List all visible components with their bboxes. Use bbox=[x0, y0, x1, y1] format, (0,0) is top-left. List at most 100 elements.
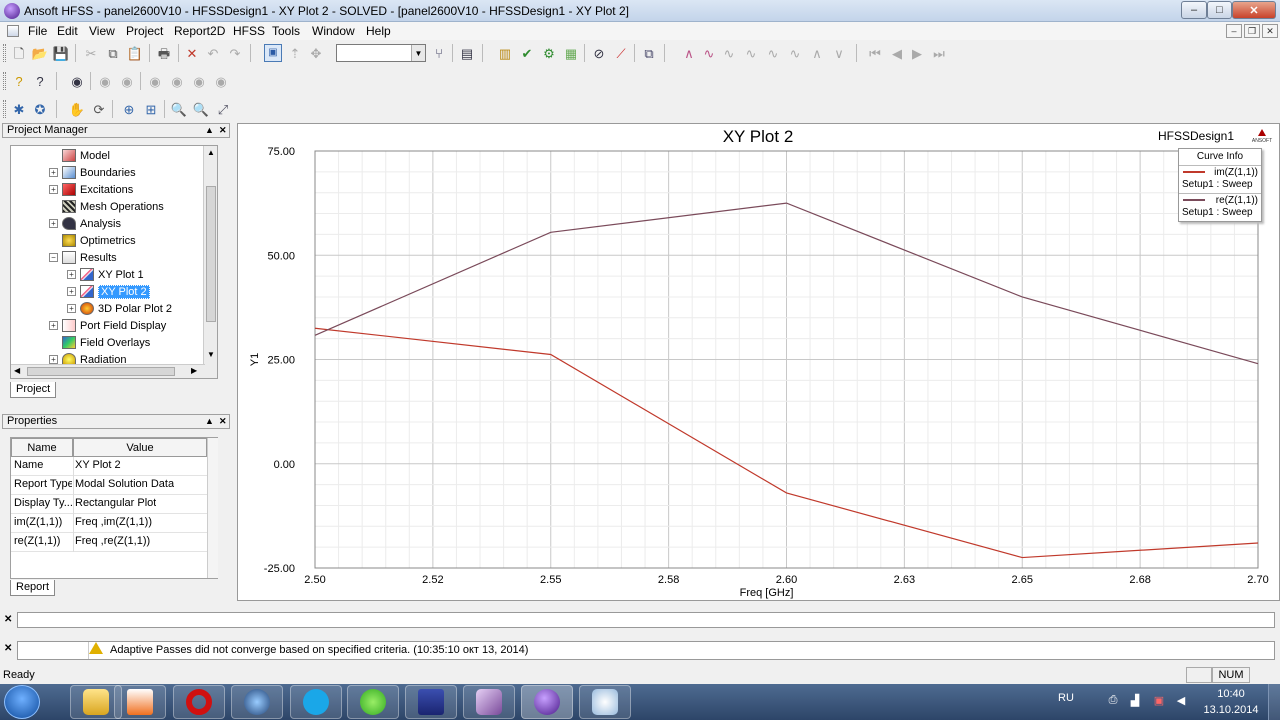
analyze-icon[interactable]: ✔ bbox=[518, 44, 536, 62]
column-header-name[interactable]: Name bbox=[11, 438, 73, 457]
toolbar-grip[interactable] bbox=[3, 100, 6, 118]
view-6-icon[interactable]: ◉ bbox=[212, 72, 230, 90]
results-report-icon[interactable]: ▦ bbox=[562, 44, 580, 62]
move-up-icon[interactable]: ⇡ bbox=[286, 44, 304, 62]
tree-item-analysis[interactable]: + Analysis bbox=[49, 215, 121, 232]
close-icon[interactable]: ✕ bbox=[4, 614, 12, 625]
command-field[interactable] bbox=[17, 612, 1275, 628]
view-5-icon[interactable]: ◉ bbox=[190, 72, 208, 90]
save-taskbar-button[interactable] bbox=[405, 685, 457, 719]
curve-info-legend[interactable]: Curve Info im(Z(1,1)) Setup1 : Sweep re(… bbox=[1178, 148, 1262, 222]
view-3-icon[interactable]: ◉ bbox=[146, 72, 164, 90]
tree-item-port-field-display[interactable]: + Port Field Display bbox=[49, 317, 166, 334]
legend-entry[interactable]: re(Z(1,1)) Setup1 : Sweep bbox=[1179, 193, 1261, 220]
skype-taskbar-button[interactable] bbox=[290, 685, 342, 719]
menu-edit[interactable]: Edit bbox=[57, 24, 78, 38]
paste-icon[interactable]: 📋 bbox=[126, 44, 144, 62]
orient-icon[interactable]: ✪ bbox=[31, 100, 49, 118]
trace-icon[interactable]: ∧ bbox=[680, 44, 698, 62]
new-icon[interactable]: 🗋 bbox=[10, 44, 28, 62]
validate-icon[interactable]: ▥ bbox=[496, 44, 514, 62]
close-button[interactable]: ✕ bbox=[1232, 1, 1276, 19]
panel-close-icon[interactable]: ✕ bbox=[219, 124, 227, 137]
safely-remove-icon[interactable]: ⎙ bbox=[1106, 694, 1120, 708]
create-report-icon[interactable]: ⟋ bbox=[612, 44, 630, 62]
scroll-down-icon[interactable]: ▼ bbox=[207, 350, 215, 359]
mdi-minimize-icon[interactable]: – bbox=[1226, 24, 1242, 38]
expand-icon[interactable]: + bbox=[49, 219, 58, 228]
expand-icon[interactable]: + bbox=[67, 270, 76, 279]
scroll-thumb[interactable] bbox=[206, 186, 216, 322]
tree-vertical-scrollbar[interactable]: ▲ ▼ bbox=[203, 146, 217, 378]
expand-icon[interactable]: + bbox=[49, 168, 58, 177]
menu-project[interactable]: Project bbox=[126, 24, 163, 38]
maximize-button[interactable]: □ bbox=[1207, 1, 1232, 19]
scroll-thumb[interactable] bbox=[27, 367, 175, 376]
trace-4-icon[interactable]: ∿ bbox=[742, 44, 760, 62]
minimize-button[interactable]: – bbox=[1181, 1, 1207, 19]
mdi-close-icon[interactable]: ✕ bbox=[1262, 24, 1278, 38]
menu-hfss[interactable]: HFSS bbox=[233, 24, 265, 38]
menu-report2d[interactable]: Report2D bbox=[174, 24, 225, 38]
zoom-area-icon[interactable]: 🔍 bbox=[192, 100, 210, 118]
print-icon[interactable]: 🖶 bbox=[155, 44, 173, 62]
trace-7-icon[interactable]: ∧ bbox=[808, 44, 826, 62]
pan-icon[interactable]: ✋ bbox=[68, 100, 86, 118]
menu-help[interactable]: Help bbox=[366, 24, 391, 38]
panel-close-icon[interactable]: ✕ bbox=[219, 415, 227, 428]
trace-2-icon[interactable]: ∿ bbox=[700, 44, 718, 62]
last-icon[interactable]: ⏭ bbox=[930, 44, 948, 62]
table-row[interactable]: im(Z(1,1)) Freq ,im(Z(1,1)) bbox=[11, 514, 207, 533]
tab-project[interactable]: Project bbox=[10, 382, 57, 398]
model-view-icon[interactable]: ✱ bbox=[10, 100, 28, 118]
expand-icon[interactable]: + bbox=[67, 304, 76, 313]
table-row[interactable]: Report Type Modal Solution Data bbox=[11, 476, 207, 495]
table-row[interactable]: Display Ty... Rectangular Plot bbox=[11, 495, 207, 514]
trace-6-icon[interactable]: ∿ bbox=[786, 44, 804, 62]
tree-item-boundaries[interactable]: + Boundaries bbox=[49, 164, 136, 181]
show-desktop-button[interactable] bbox=[1268, 684, 1280, 720]
xy-plot-window[interactable]: 2.50 2.52 2.55 2.58 2.60 2.63 2.65 2.68 2.70 75.0… bbox=[237, 123, 1280, 601]
utorrent-taskbar-button[interactable] bbox=[347, 685, 399, 719]
language-indicator[interactable]: RU bbox=[1058, 692, 1074, 704]
cut-icon[interactable]: ✂ bbox=[82, 44, 100, 62]
hfss-designer-taskbar-button[interactable] bbox=[463, 685, 515, 719]
layer-select[interactable]: ▼ bbox=[336, 44, 426, 62]
mdi-restore-icon[interactable]: ❐ bbox=[1244, 24, 1260, 38]
chevron-down-icon[interactable]: ▼ bbox=[411, 45, 425, 61]
expand-icon[interactable]: − bbox=[49, 253, 58, 262]
select-icon[interactable]: ▣ bbox=[264, 44, 282, 62]
expand-icon[interactable]: + bbox=[49, 355, 58, 364]
paint-taskbar-button[interactable] bbox=[579, 685, 631, 719]
rotate-icon[interactable]: ⟳ bbox=[90, 100, 108, 118]
show-icon[interactable]: ◉ bbox=[68, 72, 86, 90]
tree-item-results[interactable]: − Results bbox=[49, 249, 117, 266]
start-button[interactable] bbox=[4, 685, 40, 719]
field-plot-icon[interactable]: ⊘ bbox=[590, 44, 608, 62]
column-header-value[interactable]: Value bbox=[73, 438, 207, 457]
menu-window[interactable]: Window bbox=[312, 24, 355, 38]
help-topics-icon[interactable]: ? bbox=[10, 72, 28, 90]
clock-time[interactable]: 10:40 bbox=[1203, 688, 1259, 700]
expand-icon[interactable]: + bbox=[67, 287, 76, 296]
tree-item-field-overlays[interactable]: Field Overlays bbox=[49, 334, 150, 351]
fit-selection-icon[interactable]: ⊞ bbox=[142, 100, 160, 118]
solver-icon[interactable]: ⚙ bbox=[540, 44, 558, 62]
toolbar-grip[interactable] bbox=[3, 44, 6, 62]
axis-icon[interactable]: ⤢ bbox=[214, 100, 232, 118]
first-icon[interactable]: ⏮ bbox=[866, 44, 884, 62]
network-icon[interactable]: ▣ bbox=[1152, 694, 1166, 708]
delete-icon[interactable]: ✕ bbox=[183, 44, 201, 62]
tree-item-xy-plot-2[interactable]: + XY Plot 2 bbox=[67, 283, 150, 300]
toolbar-grip[interactable] bbox=[3, 72, 6, 90]
copy-icon[interactable]: ⧉ bbox=[104, 44, 122, 62]
document-icon[interactable] bbox=[7, 25, 19, 37]
menu-view[interactable]: View bbox=[89, 24, 115, 38]
menu-tools[interactable]: Tools bbox=[272, 24, 300, 38]
properties-scrollbar[interactable] bbox=[207, 438, 218, 578]
tree-horizontal-scrollbar[interactable]: ◀ ▶ bbox=[11, 364, 205, 378]
trace-8-icon[interactable]: ∨ bbox=[830, 44, 848, 62]
media-player-taskbar-button[interactable] bbox=[114, 685, 166, 719]
tree-item-excitations[interactable]: + Excitations bbox=[49, 181, 133, 198]
undo-icon[interactable]: ↶ bbox=[204, 44, 222, 62]
